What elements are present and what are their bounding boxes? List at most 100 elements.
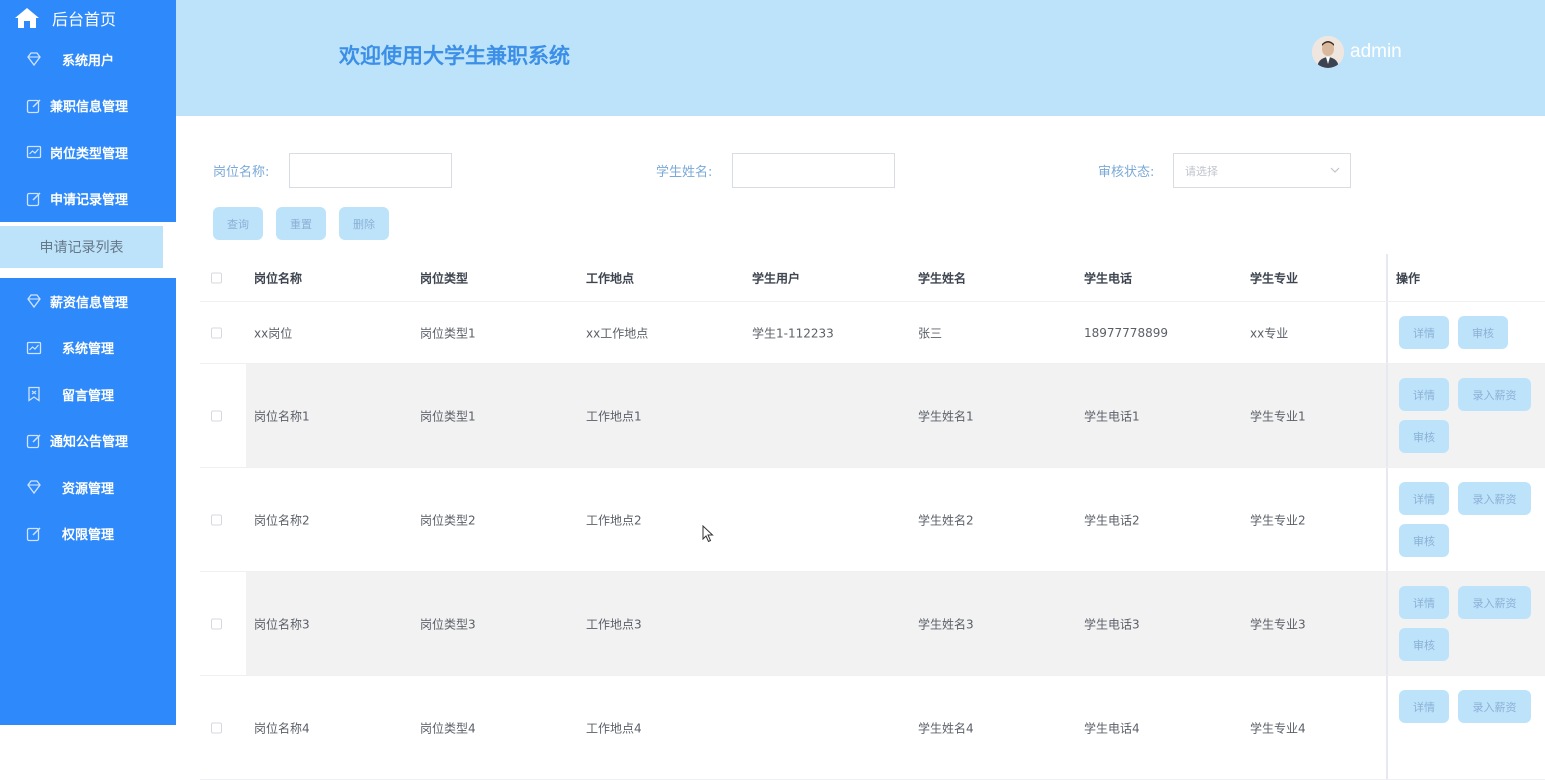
sidebar: 后台首页 系统用户 兼职信息管理 岗位类型管理 申请记录管理 申请记录列表 薪资… bbox=[0, 0, 176, 725]
edit-icon bbox=[26, 434, 41, 448]
audit-button[interactable]: 审核 bbox=[1399, 420, 1449, 453]
audit-button[interactable]: 审核 bbox=[1399, 524, 1449, 557]
sidebar-home[interactable]: 后台首页 bbox=[0, 0, 176, 36]
enter-salary-button[interactable]: 录入薪资 bbox=[1458, 378, 1531, 411]
sidebar-item-label: 通知公告管理 bbox=[50, 435, 129, 451]
cell-student-name: 张三 bbox=[918, 326, 943, 340]
sidebar-item-position-type[interactable]: 岗位类型管理 bbox=[0, 129, 176, 176]
sidebar-subitem-application-list[interactable]: 申请记录列表 bbox=[0, 226, 163, 268]
enter-salary-button[interactable]: 录入薪资 bbox=[1458, 690, 1531, 723]
cell-position-name: 岗位名称2 bbox=[254, 513, 310, 527]
diamond-icon bbox=[27, 480, 41, 495]
cell-location: 工作地点2 bbox=[586, 513, 642, 527]
avatar-icon bbox=[1312, 36, 1344, 68]
audit-button[interactable]: 审核 bbox=[1458, 316, 1508, 349]
cell-location: 工作地点3 bbox=[586, 617, 642, 631]
ops-cell: 详情 录入薪资 审核 bbox=[1386, 364, 1545, 467]
sidebar-item-messages[interactable]: 留言管理 bbox=[0, 371, 176, 418]
detail-button[interactable]: 详情 bbox=[1399, 586, 1449, 619]
cell-position-type: 岗位类型2 bbox=[420, 513, 476, 527]
cell-student-phone: 学生电话3 bbox=[1084, 617, 1140, 631]
detail-button[interactable]: 详情 bbox=[1399, 690, 1449, 723]
cell-student-phone: 学生电话1 bbox=[1084, 409, 1140, 423]
sidebar-item-salary-info[interactable]: 薪资信息管理 bbox=[0, 278, 176, 325]
sidebar-item-system-management[interactable]: 系统管理 bbox=[0, 325, 176, 372]
column-header[interactable]: 岗位名称 bbox=[254, 269, 302, 286]
checkbox-cell bbox=[200, 364, 246, 467]
column-header[interactable]: 工作地点 bbox=[586, 269, 634, 286]
diamond-icon bbox=[27, 52, 41, 67]
checkbox-cell bbox=[200, 572, 246, 675]
column-header[interactable]: 学生用户 bbox=[752, 269, 800, 286]
sidebar-item-parttime-info[interactable]: 兼职信息管理 bbox=[0, 83, 176, 130]
sidebar-item-notices[interactable]: 通知公告管理 bbox=[0, 418, 176, 465]
sidebar-item-system-users[interactable]: 系统用户 bbox=[0, 36, 176, 83]
cell-location: xx工作地点 bbox=[586, 326, 649, 340]
page-title: 欢迎使用大学生兼职系统 bbox=[339, 44, 570, 68]
row-checkbox[interactable] bbox=[211, 722, 222, 733]
edit-icon bbox=[26, 192, 41, 206]
cell-student-phone: 学生电话4 bbox=[1084, 721, 1140, 735]
mouse-cursor-icon bbox=[702, 525, 714, 543]
enter-salary-button[interactable]: 录入薪资 bbox=[1458, 482, 1531, 515]
enter-salary-button[interactable]: 录入薪资 bbox=[1458, 586, 1531, 619]
detail-button[interactable]: 详情 bbox=[1399, 482, 1449, 515]
sidebar-item-label: 申请记录管理 bbox=[50, 193, 129, 209]
student-name-input[interactable] bbox=[732, 153, 895, 188]
row-checkbox[interactable] bbox=[211, 410, 222, 421]
avatar[interactable] bbox=[1312, 36, 1344, 68]
query-button[interactable]: 查询 bbox=[213, 207, 263, 240]
column-header[interactable]: 学生电话 bbox=[1084, 269, 1132, 286]
diamond-icon bbox=[27, 294, 41, 309]
cell-student-major: 学生专业4 bbox=[1250, 721, 1306, 735]
detail-button[interactable]: 详情 bbox=[1399, 378, 1449, 411]
home-icon bbox=[15, 8, 39, 28]
sidebar-item-label: 兼职信息管理 bbox=[50, 100, 129, 116]
sidebar-item-label: 薪资信息管理 bbox=[50, 295, 129, 311]
audit-status-select[interactable]: 请选择 bbox=[1173, 153, 1351, 188]
table-row: 岗位名称3 岗位类型3 工作地点3 学生姓名3 学生电话3 学生专业3 详情 录… bbox=[200, 572, 1545, 676]
edit-icon bbox=[26, 99, 41, 113]
row-checkbox[interactable] bbox=[211, 514, 222, 525]
cell-student-name: 学生姓名1 bbox=[918, 409, 974, 423]
reset-button[interactable]: 重置 bbox=[276, 207, 326, 240]
sidebar-item-application-records[interactable]: 申请记录管理 bbox=[0, 176, 176, 223]
cell-student-major: 学生专业1 bbox=[1250, 409, 1306, 423]
cell-position-type: 岗位类型3 bbox=[420, 617, 476, 631]
row-checkbox[interactable] bbox=[211, 327, 222, 338]
cell-student-major: 学生专业2 bbox=[1250, 513, 1306, 527]
table-row: 岗位名称4 岗位类型4 工作地点4 学生姓名4 学生电话4 学生专业4 详情 录… bbox=[200, 676, 1545, 780]
ops-cell: 详情 录入薪资 审核 bbox=[1386, 572, 1545, 675]
sidebar-item-permissions[interactable]: 权限管理 bbox=[0, 511, 176, 558]
audit-status-placeholder: 请选择 bbox=[1185, 164, 1218, 178]
column-header[interactable]: 学生姓名 bbox=[918, 269, 966, 286]
table-row: 岗位名称2 岗位类型2 工作地点2 学生姓名2 学生电话2 学生专业2 详情 录… bbox=[200, 468, 1545, 572]
select-all-checkbox[interactable] bbox=[211, 272, 222, 283]
cell-student-major: xx专业 bbox=[1250, 326, 1289, 340]
delete-button[interactable]: 删除 bbox=[339, 207, 389, 240]
cell-position-name: 岗位名称1 bbox=[254, 409, 310, 423]
sidebar-item-resources[interactable]: 资源管理 bbox=[0, 464, 176, 511]
column-header[interactable]: 学生专业 bbox=[1250, 269, 1298, 286]
sidebar-item-label: 系统用户 bbox=[62, 53, 115, 69]
user-menu[interactable]: admin bbox=[1312, 36, 1402, 68]
cell-position-name: 岗位名称3 bbox=[254, 617, 310, 631]
sidebar-item-label: 留言管理 bbox=[62, 388, 115, 404]
username: admin bbox=[1350, 41, 1402, 62]
detail-button[interactable]: 详情 bbox=[1399, 316, 1449, 349]
top-header: 欢迎使用大学生兼职系统 admin bbox=[176, 0, 1545, 116]
cell-position-type: 岗位类型1 bbox=[420, 409, 476, 423]
audit-button[interactable]: 审核 bbox=[1399, 628, 1449, 661]
row-checkbox[interactable] bbox=[211, 618, 222, 629]
cell-student-phone: 18977778899 bbox=[1084, 325, 1168, 340]
ops-header-cell: 操作 bbox=[1386, 254, 1545, 301]
position-name-input[interactable] bbox=[289, 153, 452, 188]
cell-student-name: 学生姓名3 bbox=[918, 617, 974, 631]
cell-student-name: 学生姓名2 bbox=[918, 513, 974, 527]
column-header[interactable]: 岗位类型 bbox=[420, 269, 468, 286]
cell-location: 工作地点1 bbox=[586, 409, 642, 423]
column-header: 操作 bbox=[1396, 271, 1421, 285]
table-row: xx岗位 岗位类型1 xx工作地点 学生1-112233 张三 18977778… bbox=[200, 302, 1545, 364]
ops-cell: 详情 录入薪资 bbox=[1386, 676, 1545, 779]
sidebar-item-label: 系统管理 bbox=[62, 342, 115, 358]
